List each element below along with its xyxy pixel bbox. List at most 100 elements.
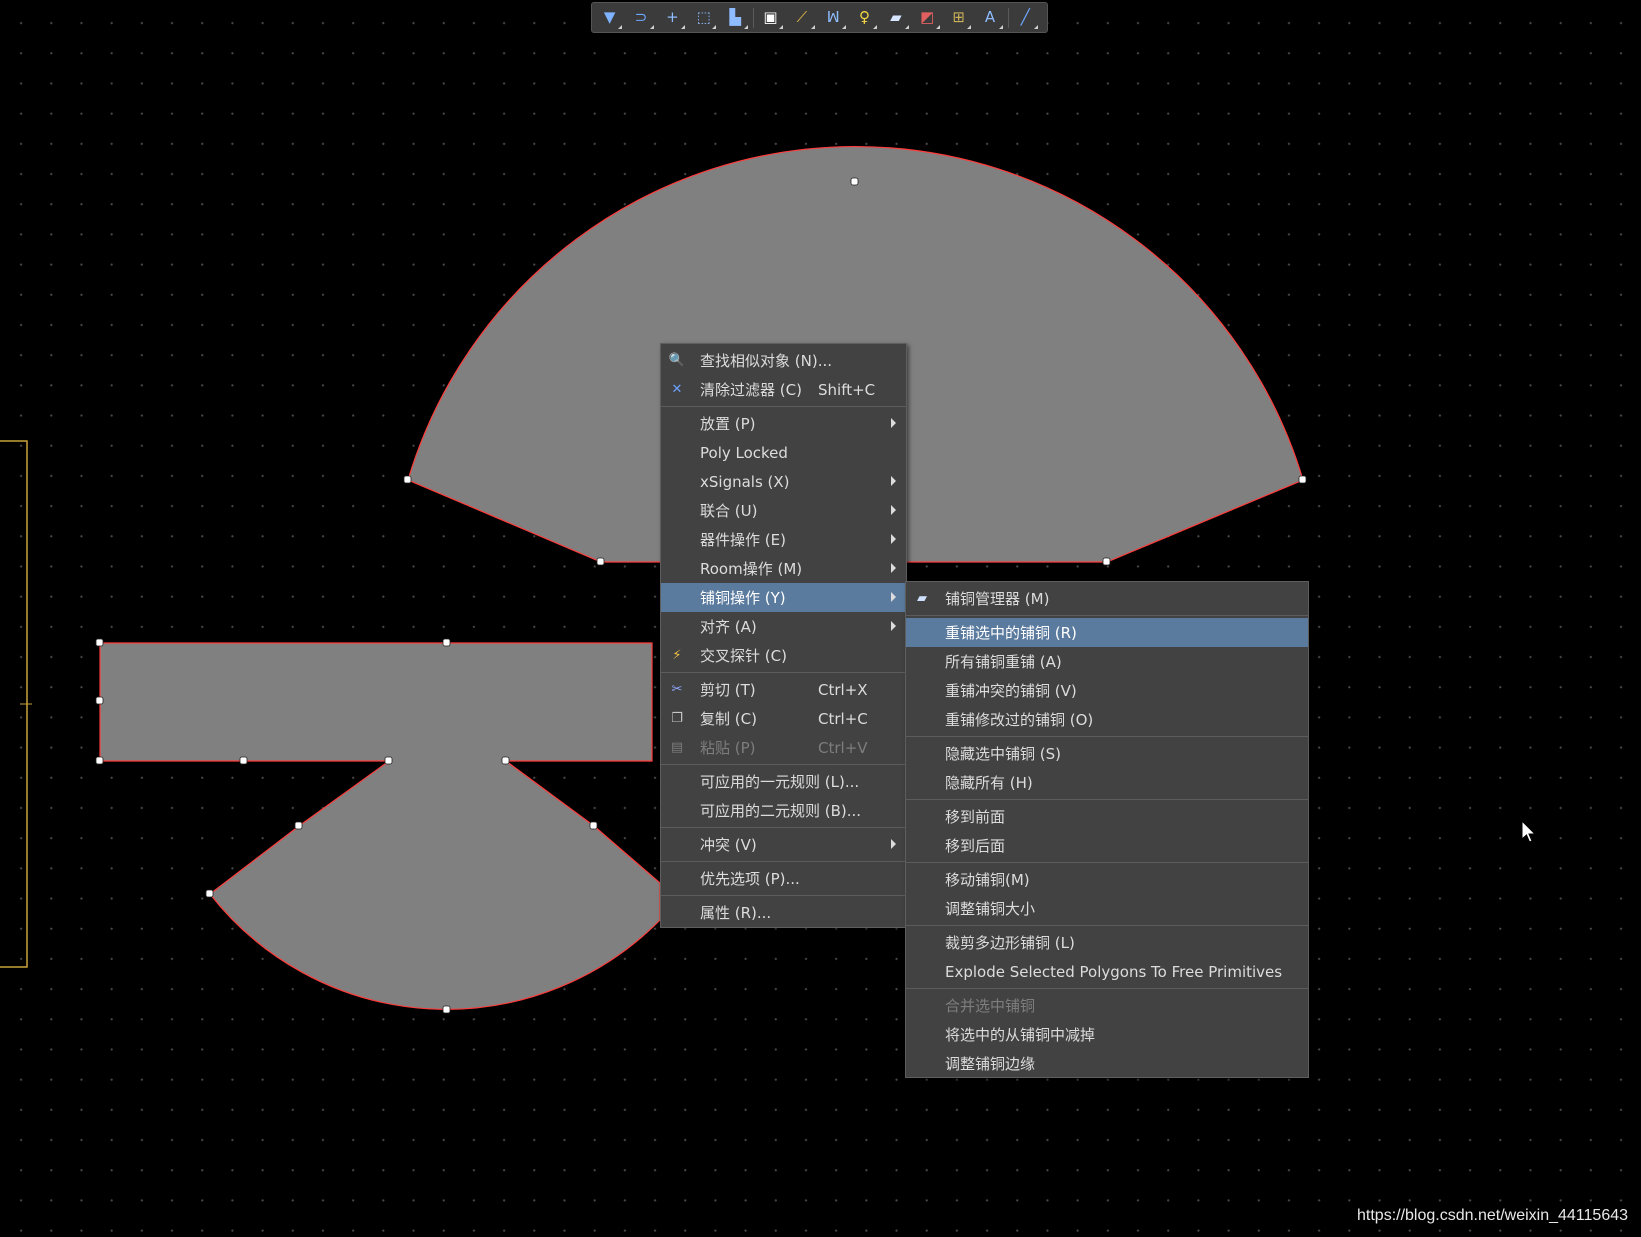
context-menu-item-4[interactable]: Poly Locked xyxy=(661,438,906,467)
context-menu-item-18[interactable]: 可应用的二元规则 (B)... xyxy=(661,796,906,825)
copy-icon: ❐ xyxy=(671,710,683,726)
menu-item-label: Room操作 (M) xyxy=(700,560,803,578)
filter-icon: ▼ xyxy=(603,8,616,26)
polygon-icon: ▰ xyxy=(890,8,902,26)
active-bar-toolbar: ▼ ⊃ + ⬚ ▙ ▣ ⟋ ꟽ ♀ ▰ ◩ ⊞ A ╱ xyxy=(591,2,1048,33)
menu-item-label: xSignals (X) xyxy=(700,472,790,491)
context-menu-item-14[interactable]: ❐ 复制 (C) Ctrl+C xyxy=(661,704,906,733)
context-menu-item-3[interactable]: 放置 (P) xyxy=(661,409,906,438)
context-menu-item-7[interactable]: 器件操作 (E) xyxy=(661,525,906,554)
context-menu-item-24[interactable]: 属性 (R)... xyxy=(661,898,906,927)
menu-separator xyxy=(661,764,906,765)
align-tool-button[interactable]: ▙ xyxy=(721,5,749,31)
context-menu-item-0[interactable]: 🔍 查找相似对象 (N)... xyxy=(661,346,906,375)
menu-item-label: 复制 (C) xyxy=(700,710,757,728)
menu-item-label: 调整铺铜边缘 xyxy=(945,1055,1036,1073)
polygon-submenu-item-17[interactable]: Explode Selected Polygons To Free Primit… xyxy=(906,957,1308,986)
polygon-manager-icon: ▰ xyxy=(917,590,927,606)
context-menu-item-10[interactable]: 对齐 (A) xyxy=(661,612,906,641)
keepout-icon: ◩ xyxy=(920,8,935,26)
context-menu-item-8[interactable]: Room操作 (M) xyxy=(661,554,906,583)
polygon-submenu-item-21[interactable]: 调整铺铜边缘 xyxy=(906,1049,1308,1078)
via-tool-button[interactable]: ♀ xyxy=(851,5,878,31)
clear-filter-icon: ✕ xyxy=(671,381,683,397)
polygon-submenu-item-20[interactable]: 将选中的从铺铜中减掉 xyxy=(906,1020,1308,1049)
menu-item-shortcut: Ctrl+X xyxy=(818,680,868,699)
route-tool-button[interactable]: ⊃ xyxy=(627,5,655,31)
component-tool-button[interactable]: ▣ xyxy=(757,5,784,31)
menu-separator xyxy=(906,615,1308,616)
menu-item-label: 将选中的从铺铜中减掉 xyxy=(945,1026,1096,1044)
menu-separator xyxy=(661,827,906,828)
polygon-submenu-item-5[interactable]: 重铺修改过的铺铜 (O) xyxy=(906,705,1308,734)
via-icon: ♀ xyxy=(859,8,871,26)
context-menu-item-22[interactable]: 优先选项 (P)... xyxy=(661,864,906,893)
menu-item-label: 移动铺铜(M) xyxy=(945,871,1030,889)
toolbar-separator xyxy=(1007,7,1009,28)
cut-icon: ✂ xyxy=(671,681,683,697)
menu-item-label: 交叉探针 (C) xyxy=(700,647,787,665)
crosshair-tool-button[interactable]: + xyxy=(659,5,686,31)
polygon-submenu-item-0[interactable]: ▰ 铺铜管理器 (M) xyxy=(906,584,1308,613)
select-rect-tool-button[interactable]: ⬚ xyxy=(690,5,717,31)
polygon-submenu-item-8[interactable]: 隐藏所有 (H) xyxy=(906,768,1308,797)
select-rect-icon: ⬚ xyxy=(696,8,711,26)
context-menu-item-9[interactable]: 铺铜操作 (Y) xyxy=(661,583,906,612)
context-menu-item-6[interactable]: 联合 (U) xyxy=(661,496,906,525)
keepout-tool-button[interactable]: ◩ xyxy=(914,5,941,31)
diff-pair-icon: ꟽ xyxy=(826,8,840,26)
menu-separator xyxy=(661,861,906,862)
text-tool-button[interactable]: A xyxy=(976,5,1004,31)
diff-pair-tool-button[interactable]: ꟽ xyxy=(820,5,847,31)
polygon-submenu-item-3[interactable]: 所有铺铜重铺 (A) xyxy=(906,647,1308,676)
menu-item-label: 器件操作 (E) xyxy=(700,531,786,549)
polygon-tool-button[interactable]: ▰ xyxy=(882,5,909,31)
mouse-cursor-icon xyxy=(1521,820,1537,843)
text-icon: A xyxy=(984,8,996,26)
menu-item-label: Poly Locked xyxy=(700,443,788,462)
polygon-submenu-item-7[interactable]: 隐藏选中铺铜 (S) xyxy=(906,739,1308,768)
polygon-submenu-item-16[interactable]: 裁剪多边形铺铜 (L) xyxy=(906,928,1308,957)
context-menu-item-1[interactable]: ✕ 清除过滤器 (C) Shift+C xyxy=(661,375,906,404)
menu-item-label: 移到前面 xyxy=(945,808,1006,826)
submenu-arrow-icon xyxy=(891,476,896,486)
context-menu-item-13[interactable]: ✂ 剪切 (T) Ctrl+X xyxy=(661,675,906,704)
filter-tool-button[interactable]: ▼ xyxy=(596,5,623,31)
align-icon: ▙ xyxy=(729,8,741,26)
menu-item-label: 重铺修改过的铺铜 (O) xyxy=(945,711,1094,729)
menu-item-shortcut: Shift+C xyxy=(818,380,876,399)
menu-separator xyxy=(906,736,1308,737)
dimension-icon: ⊞ xyxy=(952,8,965,26)
route-icon: ⊃ xyxy=(634,8,648,26)
menu-item-label: 查找相似对象 (N)... xyxy=(700,352,832,370)
submenu-arrow-icon xyxy=(891,592,896,602)
menu-item-label: 可应用的二元规则 (B)... xyxy=(700,802,862,820)
menu-item-label: 清除过滤器 (C) xyxy=(700,381,802,399)
context-menu-item-20[interactable]: 冲突 (V) xyxy=(661,830,906,859)
submenu-arrow-icon xyxy=(891,534,896,544)
paste-icon: ▤ xyxy=(670,739,684,755)
submenu-arrow-icon xyxy=(891,505,896,515)
menu-item-label: 放置 (P) xyxy=(700,415,756,433)
polygon-submenu-item-11[interactable]: 移到后面 xyxy=(906,831,1308,860)
dimension-tool-button[interactable]: ⊞ xyxy=(945,5,972,31)
menu-item-shortcut: Ctrl+C xyxy=(818,709,868,728)
menu-item-label: 移到后面 xyxy=(945,837,1006,855)
component-icon: ▣ xyxy=(763,8,778,26)
polygon-actions-submenu: ▰ 铺铜管理器 (M) 重铺选中的铺铜 (R) 所有铺铜重铺 (A) 重铺冲突的铺铜 (… xyxy=(905,581,1309,1078)
polygon-submenu-item-4[interactable]: 重铺冲突的铺铜 (V) xyxy=(906,676,1308,705)
polygon-submenu-item-10[interactable]: 移到前面 xyxy=(906,802,1308,831)
watermark-url: https://blog.csdn.net/weixin_44115643 xyxy=(1357,1207,1629,1224)
polygon-bottom-combo[interactable] xyxy=(99,642,661,1010)
context-menu-item-11[interactable]: ⚡ 交叉探针 (C) xyxy=(661,641,906,670)
polygon-submenu-item-14[interactable]: 调整铺铜大小 xyxy=(906,894,1308,923)
menu-item-label: 合并选中铺铜 xyxy=(945,997,1036,1015)
polygon-submenu-item-2[interactable]: 重铺选中的铺铜 (R) xyxy=(906,618,1308,647)
menu-separator xyxy=(661,895,906,896)
cross-probe-icon: ⚡ xyxy=(672,647,682,663)
line-tool-button[interactable]: ╱ xyxy=(1012,5,1039,31)
context-menu-item-17[interactable]: 可应用的一元规则 (L)... xyxy=(661,767,906,796)
interactive-route-tool-button[interactable]: ⟋ xyxy=(788,5,815,31)
polygon-submenu-item-13[interactable]: 移动铺铜(M) xyxy=(906,865,1308,894)
context-menu-item-5[interactable]: xSignals (X) xyxy=(661,467,906,496)
